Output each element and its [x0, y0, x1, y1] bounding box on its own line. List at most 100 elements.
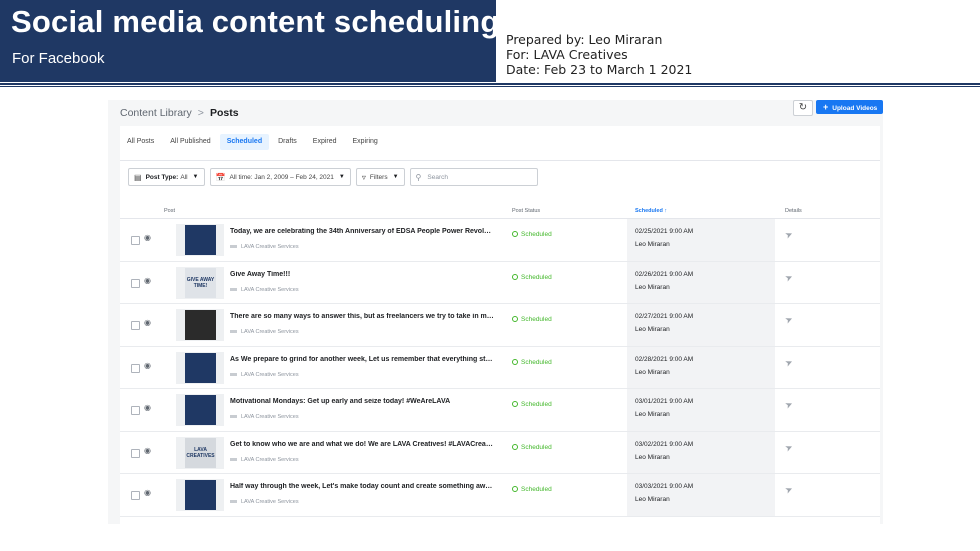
table-row[interactable]: ◉ Motivational Mondays: Get up early and … — [120, 389, 880, 432]
status-label: Scheduled — [521, 443, 552, 451]
post-type-filter[interactable]: ▤ Post Type: All ▼ — [128, 168, 205, 186]
globe-icon: ◉ — [144, 318, 151, 327]
scheduled-by: Leo Miraran — [635, 496, 670, 503]
clock-icon — [512, 486, 518, 493]
scheduled-time: 03/03/2021 9:00 AM — [635, 483, 694, 490]
table-row[interactable]: ◉ LAVA CREATIVES Get to know who we are an… — [120, 431, 880, 474]
filters-button[interactable]: ▿ Filters ▼ — [355, 168, 405, 186]
tab-all-posts[interactable]: All Posts — [120, 134, 161, 150]
post-text[interactable]: Half way through the week, Let's make to… — [230, 483, 495, 490]
date-range-filter[interactable]: 📅 All time: Jan 2, 2009 – Feb 24, 2021 ▼ — [209, 168, 351, 186]
boost-megaphone-icon[interactable]: ➤ — [783, 397, 796, 410]
row-checkbox[interactable] — [131, 406, 140, 415]
boost-megaphone-icon[interactable]: ➤ — [783, 227, 796, 240]
row-checkbox[interactable] — [131, 278, 140, 288]
row-checkbox[interactable] — [131, 448, 140, 458]
post-thumbnail[interactable] — [176, 479, 224, 511]
row-checkbox[interactable] — [131, 491, 140, 500]
status-label: Scheduled — [521, 358, 552, 366]
row-checkbox[interactable] — [131, 236, 140, 245]
tab-drafts[interactable]: Drafts — [271, 134, 304, 150]
table-row[interactable]: ◉ As We prepare to grind for another week… — [120, 346, 880, 389]
slide-title: Social media content scheduling — [11, 4, 500, 39]
boost-megaphone-icon[interactable]: ➤ — [783, 270, 796, 283]
status-badge: Scheduled — [512, 316, 552, 323]
row-checkbox[interactable] — [131, 321, 140, 330]
scheduled-column-bg — [627, 431, 775, 473]
globe-icon: ◉ — [144, 233, 151, 242]
author-logo-icon — [230, 415, 237, 419]
refresh-icon: ↻ — [798, 102, 808, 113]
post-text[interactable]: Motivational Mondays: Get up early and s… — [230, 398, 495, 405]
clock-icon — [512, 316, 518, 323]
row-checkbox[interactable] — [131, 363, 140, 373]
tab-expired[interactable]: Expired — [306, 134, 344, 150]
author-logo-icon — [230, 457, 237, 461]
post-thumbnail[interactable]: GIVE AWAY TIME! — [176, 266, 224, 299]
date-range-value: All time: Jan 2, 2009 – Feb 24, 2021 — [229, 173, 334, 181]
table-row[interactable]: ◉ There are so many ways to answer this, … — [120, 304, 880, 347]
thumbnail-image: GIVE AWAY TIME! — [185, 267, 216, 298]
tab-all-published[interactable]: All Published — [163, 134, 217, 150]
post-author: LAVA Creative Services — [230, 329, 299, 335]
chevron-down-icon: ▼ — [392, 174, 399, 180]
refresh-button[interactable]: ↻ — [793, 100, 813, 116]
boost-megaphone-icon[interactable]: ➤ — [783, 440, 796, 453]
tab-expiring[interactable]: Expiring — [346, 134, 385, 150]
post-text[interactable]: There are so many ways to answer this, b… — [230, 313, 495, 320]
scheduled-column-bg — [627, 389, 775, 431]
upload-videos-button[interactable]: + Upload Videos — [816, 100, 883, 114]
post-type-label: Post Type: — [145, 173, 179, 181]
status-badge: Scheduled — [512, 401, 552, 408]
status-badge: Scheduled — [512, 444, 552, 451]
post-thumbnail[interactable] — [176, 351, 224, 384]
table-row[interactable]: ◉ Half way through the week, Let's make t… — [120, 474, 880, 517]
boost-megaphone-icon[interactable]: ➤ — [783, 355, 796, 368]
tab-scheduled[interactable]: Scheduled — [219, 134, 270, 150]
chevron-down-icon: ▼ — [338, 174, 345, 180]
globe-icon: ◉ — [144, 275, 151, 285]
post-thumbnail[interactable] — [176, 224, 224, 256]
status-badge: Scheduled — [512, 359, 552, 366]
table-row[interactable]: ◉ Today, we are celebrating the 34th Anni… — [120, 219, 880, 262]
boost-megaphone-icon[interactable]: ➤ — [783, 482, 796, 495]
table-row[interactable]: ◉ GIVE AWAY TIME! Give Away Time!!! LAVA Cr… — [120, 261, 880, 304]
boost-megaphone-icon[interactable]: ➤ — [783, 312, 796, 325]
post-text[interactable]: As We prepare to grind for another week,… — [230, 356, 495, 363]
column-header-scheduled[interactable]: Scheduled ↑ — [635, 208, 667, 214]
post-text[interactable]: Today, we are celebrating the 34th Anniv… — [230, 228, 495, 235]
table-header: Post Post Status Scheduled ↑ Details — [120, 204, 880, 219]
scheduled-column-bg — [627, 304, 775, 346]
globe-icon: ◉ — [144, 360, 151, 370]
scheduled-time: 02/25/2021 9:00 AM — [635, 228, 694, 235]
post-author: LAVA Creative Services — [230, 457, 299, 463]
author-logo-icon — [230, 287, 237, 291]
scheduled-time: 03/02/2021 9:00 AM — [635, 440, 694, 448]
post-thumbnail[interactable] — [176, 309, 224, 341]
post-author-name: LAVA Creative Services — [241, 456, 299, 463]
post-text[interactable]: Give Away Time!!! — [230, 271, 495, 278]
column-header-status[interactable]: Post Status — [512, 208, 540, 214]
scheduled-by: Leo Miraran — [635, 326, 670, 333]
column-header-details: Details — [785, 208, 802, 214]
post-author: LAVA Creative Services — [230, 499, 299, 505]
post-thumbnail[interactable]: LAVA CREATIVES — [176, 436, 224, 469]
breadcrumb-separator-icon: > — [197, 107, 204, 119]
globe-icon: ◉ — [144, 403, 151, 412]
post-thumbnail[interactable] — [176, 394, 224, 426]
scheduled-by: Leo Miraran — [635, 241, 670, 248]
thumbnail-image — [185, 352, 216, 383]
scheduled-time: 02/26/2021 9:00 AM — [635, 270, 694, 278]
post-author: LAVA Creative Services — [230, 287, 299, 293]
post-text[interactable]: Get to know who we are and what we do! W… — [230, 441, 495, 448]
title-banner: Social media content scheduling For Face… — [0, 0, 499, 82]
search-input[interactable]: ⚲ Search — [409, 168, 538, 186]
globe-icon: ◉ — [144, 488, 151, 497]
clock-icon — [512, 273, 518, 280]
clock-icon — [512, 401, 518, 408]
prepared-by: Prepared by: Leo Miraran — [506, 32, 663, 47]
calendar-icon: 📅 — [215, 172, 226, 182]
scheduled-by: Leo Miraran — [635, 411, 670, 418]
breadcrumb-root[interactable]: Content Library — [120, 107, 192, 119]
funnel-icon: ▿ — [361, 172, 366, 182]
